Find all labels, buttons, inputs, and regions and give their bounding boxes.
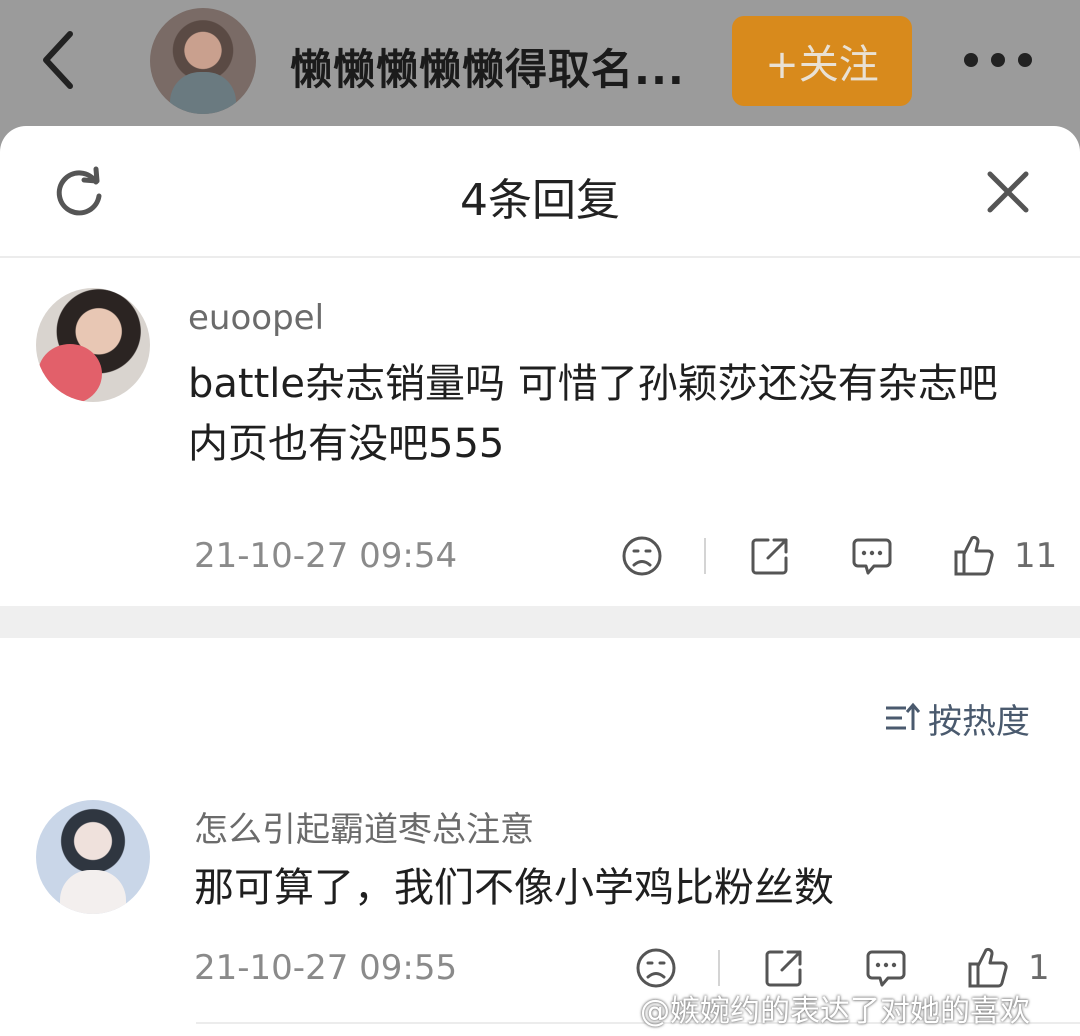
comment-timestamp: 21-10-27 09:54 xyxy=(194,536,458,576)
comment-avatar[interactable] xyxy=(36,288,150,402)
close-icon[interactable] xyxy=(984,168,1032,216)
more-icon[interactable] xyxy=(964,46,1032,74)
thumbs-up-icon[interactable] xyxy=(966,946,1010,990)
watermark: @嫉婉约的表达了对她的喜欢 xyxy=(640,994,1030,1029)
comment-username[interactable]: 怎么引起霸道枣总注意 xyxy=(194,802,534,851)
follow-button[interactable]: +关注 xyxy=(732,16,912,106)
sad-face-icon[interactable] xyxy=(620,534,664,578)
replies-sheet: 4条回复 euoopel battle杂志销量吗 可惜了孙颖莎还没有杂志吧 内页… xyxy=(0,126,1080,1036)
sort-icon xyxy=(886,702,920,730)
comment-text: battle杂志销量吗 可惜了孙颖莎还没有杂志吧 内页也有没吧555 xyxy=(188,361,998,467)
section-separator xyxy=(0,606,1080,638)
action-divider xyxy=(718,950,720,986)
like-count: 1 xyxy=(1028,948,1050,988)
thumbs-up-icon[interactable] xyxy=(952,534,996,578)
comment-text: 那可算了，我们不像小学鸡比粉丝数 xyxy=(194,865,834,911)
like-count: 11 xyxy=(1014,536,1058,576)
share-icon[interactable] xyxy=(762,946,806,990)
sort-label: 按热度 xyxy=(928,701,1030,742)
back-icon[interactable] xyxy=(34,28,86,92)
header-avatar[interactable] xyxy=(150,8,256,114)
sad-face-icon[interactable] xyxy=(634,946,678,990)
comment-timestamp: 21-10-27 09:55 xyxy=(194,948,458,988)
reply-icon[interactable] xyxy=(864,946,908,990)
header-user-name[interactable]: 懒懒懒懒懒得取名... xyxy=(290,36,685,97)
sort-toggle-button[interactable]: 按热度 xyxy=(884,696,1030,742)
comment-username[interactable]: euoopel xyxy=(188,298,324,338)
sheet-title: 4条回复 xyxy=(460,175,620,226)
comment-avatar[interactable] xyxy=(36,800,150,914)
action-divider xyxy=(704,538,706,574)
sheet-header: 4条回复 xyxy=(0,126,1080,258)
share-icon[interactable] xyxy=(748,534,792,578)
reply-icon[interactable] xyxy=(850,534,894,578)
